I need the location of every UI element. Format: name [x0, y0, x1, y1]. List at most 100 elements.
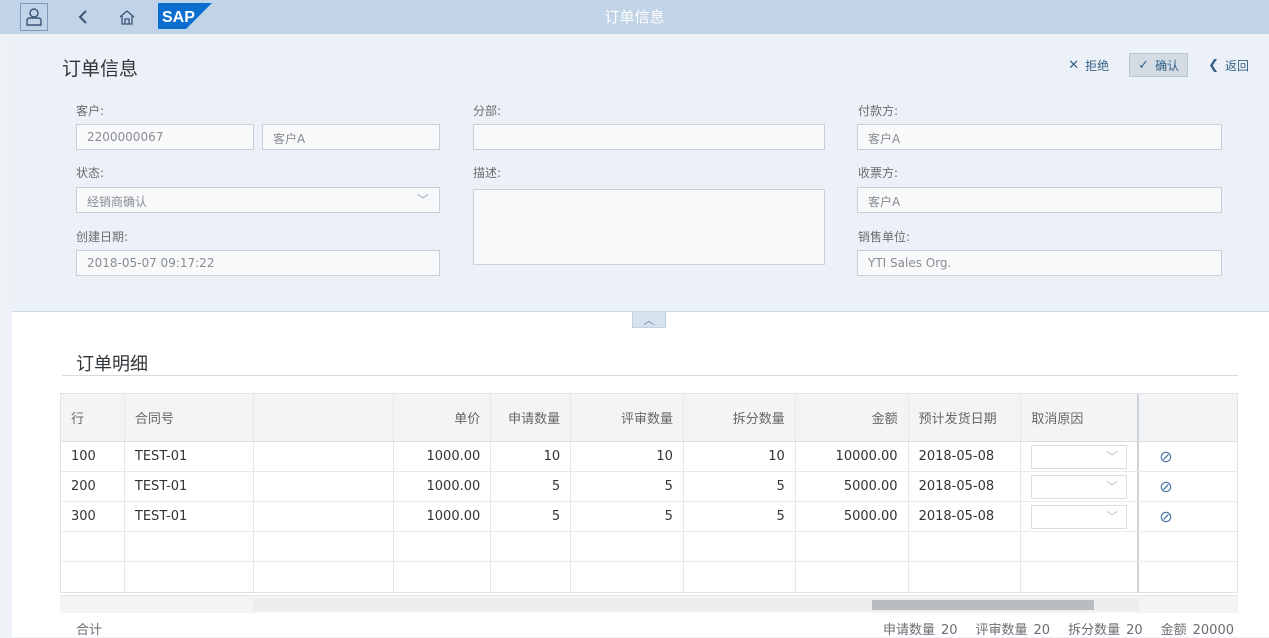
column-header[interactable]: 评审数量 [571, 394, 684, 441]
chevron-down-icon: ﹀ [1106, 479, 1119, 494]
rev-qty-cell: 10 [571, 442, 684, 471]
chevron-up-icon: ︿ [643, 313, 655, 327]
rev-qty-cell: 5 [571, 472, 684, 501]
empty-row [61, 562, 1237, 592]
contract-cell: TEST-01 [125, 502, 254, 531]
amount-cell: 5000.00 [796, 502, 909, 531]
amount-total-label: 金额 [1160, 623, 1187, 638]
chevron-down-icon: ﹀ [416, 193, 429, 207]
table-row[interactable]: 100 TEST-01 1000.00 10 10 10 10000.00 20… [61, 442, 1237, 472]
amount-total: 金额 20000 [1161, 619, 1234, 638]
column-header[interactable]: 单价 [394, 394, 492, 441]
line-cell: 100 [61, 442, 125, 471]
table-footer: 合计 申请数量 20 评审数量 20 拆分数量 20 金额 20000 [60, 613, 1238, 638]
paperclip-icon[interactable]: ⊘ [1159, 447, 1172, 466]
amount-cell: 10000.00 [796, 442, 909, 471]
ship-date-cell: 2018-05-08 [909, 442, 1022, 471]
rev-qty-total: 评审数量 20 [976, 619, 1051, 638]
cancel-reason-cell: ﹀ [1021, 472, 1140, 501]
payer-field[interactable]: 客户A [857, 124, 1222, 150]
column-header[interactable] [254, 394, 395, 441]
totals: 申请数量 20 评审数量 20 拆分数量 20 金额 20000 [883, 619, 1234, 638]
ship-date-cell: 2018-05-08 [909, 502, 1022, 531]
column-header[interactable]: 取消原因 [1021, 394, 1140, 441]
horizontal-scrollbar[interactable] [60, 595, 1238, 613]
ship-date-cell: 2018-05-08 [909, 472, 1022, 501]
object-page: 订单信息 ✕ 拒绝 ✓ 确认 ❮ 返回 客户: 2200000067 客户A 状… [12, 40, 1269, 637]
split-qty-total: 拆分数量 20 [1068, 619, 1143, 638]
customer-label: 客户: [76, 104, 105, 118]
rev-qty-cell: 5 [571, 502, 684, 531]
req-qty-cell: 10 [491, 442, 572, 471]
attachment-cell: ⊘ [1139, 442, 1237, 471]
close-icon: ✕ [1068, 57, 1080, 73]
confirm-label: 确认 [1155, 58, 1180, 73]
line-cell: 200 [61, 472, 125, 501]
object-header: 订单信息 ✕ 拒绝 ✓ 确认 ❮ 返回 客户: 2200000067 客户A 状… [12, 40, 1269, 312]
price-cell: 1000.00 [394, 442, 492, 471]
check-icon: ✓ [1138, 57, 1150, 73]
cancel-reason-select[interactable]: ﹀ [1031, 504, 1128, 529]
cancel-reason-cell: ﹀ [1021, 442, 1140, 471]
paperclip-icon[interactable]: ⊘ [1159, 477, 1172, 496]
desc-cell [254, 502, 395, 531]
split-qty-cell: 5 [684, 502, 796, 531]
scrollbar-thumb[interactable] [872, 600, 1094, 610]
split-qty-cell: 5 [684, 472, 796, 501]
table-row[interactable]: 300 TEST-01 1000.00 5 5 5 5000.00 2018-0… [61, 502, 1237, 532]
status-select[interactable]: 经销商确认 ﹀ [76, 187, 440, 213]
collapse-header-button[interactable]: ︿ [632, 312, 666, 328]
salesorg-field[interactable]: YTI Sales Org. [857, 250, 1222, 276]
section-title: 订单明细 [76, 354, 148, 375]
division-label: 分部: [473, 104, 502, 118]
status-label: 状态: [76, 166, 105, 180]
confirm-button[interactable]: ✓ 确认 [1129, 53, 1189, 77]
back-button[interactable]: ❮ 返回 [1200, 53, 1257, 77]
split-qty-total-label: 拆分数量 [1068, 623, 1121, 638]
customer-name-field[interactable]: 客户A [262, 124, 440, 150]
contract-cell: TEST-01 [125, 472, 254, 501]
column-header[interactable]: 拆分数量 [684, 394, 796, 441]
column-header[interactable]: 预计发货日期 [909, 394, 1022, 441]
column-header[interactable]: 合同号 [125, 394, 254, 441]
salesorg-label: 销售单位: [858, 230, 911, 244]
column-header[interactable]: 申请数量 [491, 394, 572, 441]
cancel-reason-cell: ﹀ [1021, 502, 1140, 531]
reject-label: 拒绝 [1085, 58, 1110, 73]
created-date-field[interactable]: 2018-05-07 09:17:22 [76, 250, 440, 276]
customer-id-field[interactable]: 2200000067 [76, 124, 254, 150]
req-qty-cell: 5 [491, 502, 572, 531]
created-label: 创建日期: [76, 230, 129, 244]
total-label: 合计 [76, 623, 103, 638]
split-qty-cell: 10 [684, 442, 796, 471]
rev-qty-total-value: 20 [1033, 623, 1051, 638]
amount-cell: 5000.00 [796, 472, 909, 501]
payer-label: 付款方: [858, 104, 899, 118]
line-cell: 300 [61, 502, 125, 531]
column-header[interactable]: 金额 [796, 394, 909, 441]
cancel-reason-select[interactable]: ﹀ [1031, 444, 1128, 469]
req-qty-total-value: 20 [940, 623, 958, 638]
price-cell: 1000.00 [394, 472, 492, 501]
table-row[interactable]: 200 TEST-01 1000.00 5 5 5 5000.00 2018-0… [61, 472, 1237, 502]
billto-field[interactable]: 客户A [857, 187, 1222, 213]
division-field[interactable] [473, 124, 825, 150]
chevron-left-icon: ❮ [1208, 57, 1219, 73]
chevron-down-icon: ﹀ [1106, 449, 1119, 464]
cancel-reason-select[interactable]: ﹀ [1031, 474, 1128, 499]
rev-qty-total-label: 评审数量 [975, 623, 1028, 638]
table-header-row: 行 合同号 单价 申请数量 评审数量 拆分数量 金额 预计发货日期 取消原因 [61, 394, 1237, 442]
paperclip-icon[interactable]: ⊘ [1159, 507, 1172, 526]
req-qty-cell: 5 [491, 472, 572, 501]
attachment-cell: ⊘ [1139, 502, 1237, 531]
column-header [1139, 394, 1237, 441]
column-header[interactable]: 行 [61, 394, 125, 441]
status-value: 经销商确认 [87, 195, 148, 209]
amount-total-value: 20000 [1192, 623, 1234, 638]
contract-cell: TEST-01 [125, 442, 254, 471]
split-qty-total-value: 20 [1126, 623, 1143, 638]
section-divider [62, 375, 1238, 376]
description-textarea[interactable] [473, 189, 825, 265]
reject-button[interactable]: ✕ 拒绝 [1060, 53, 1117, 77]
desc-cell [254, 442, 395, 471]
